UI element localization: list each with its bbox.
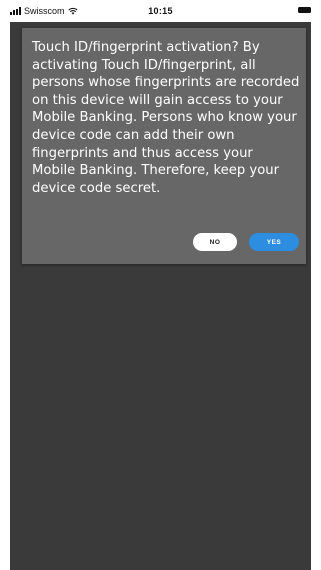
dialog-message: Touch ID/fingerprint activation? By acti… — [32, 40, 300, 196]
battery-icon — [298, 7, 311, 13]
phone-screen: Swisscom 10:15 Touch ID/fingerprint acti… — [0, 0, 321, 570]
no-button[interactable]: NO — [193, 233, 237, 251]
yes-button[interactable]: YES — [249, 233, 299, 251]
touch-id-activation-dialog: Touch ID/fingerprint activation? By acti… — [22, 28, 306, 264]
status-time: 10:15 — [148, 6, 173, 16]
app-screen: Touch ID/fingerprint activation? By acti… — [10, 22, 311, 570]
status-bar: Swisscom 10:15 — [0, 0, 321, 22]
dialog-buttons: NO YES — [193, 233, 299, 251]
